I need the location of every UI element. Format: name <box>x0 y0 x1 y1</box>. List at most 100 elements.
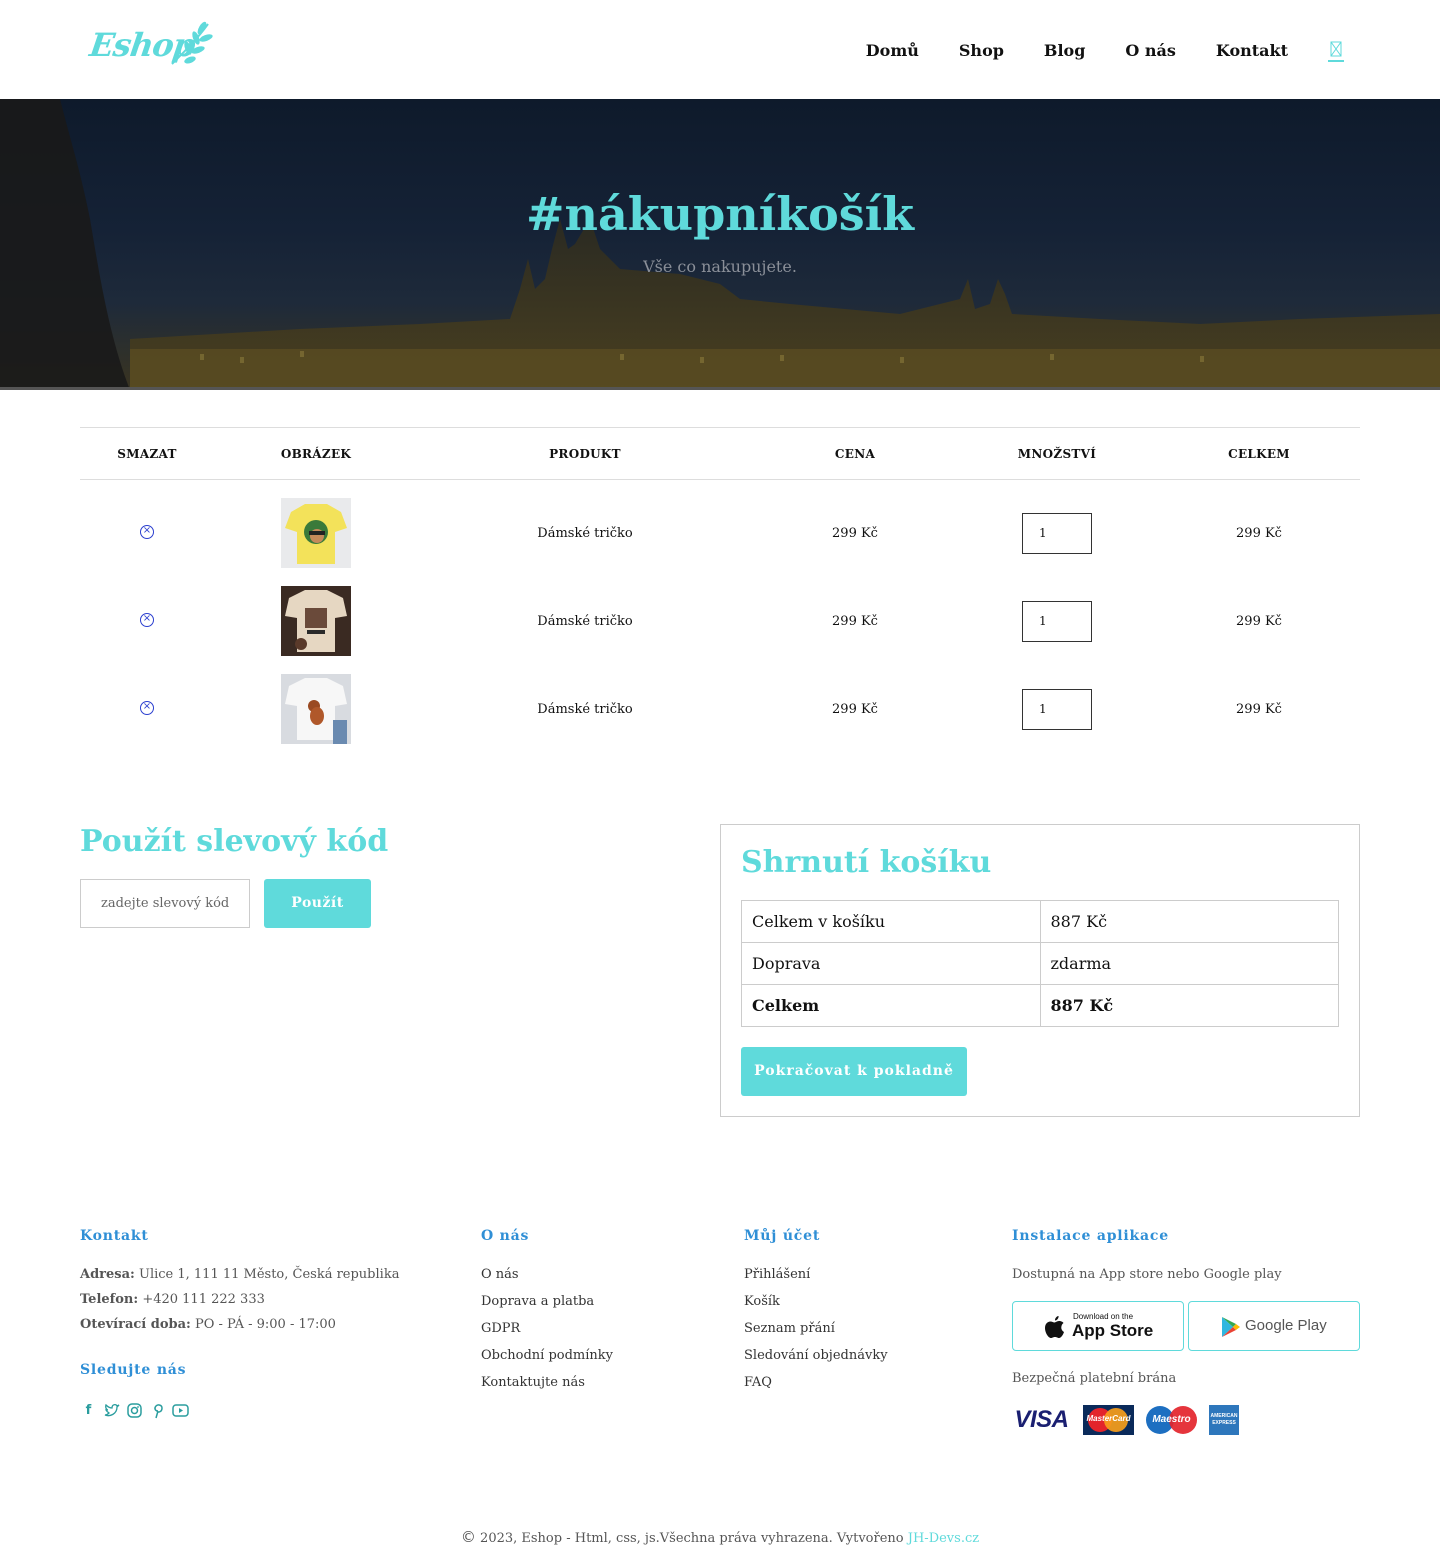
nav-about[interactable]: O nás <box>1125 41 1176 60</box>
footer-link-faq[interactable]: FAQ <box>744 1375 772 1390</box>
hero-banner: #nákupníkošík Vše co nakupujete. <box>0 99 1440 390</box>
summary-label: Doprava <box>741 942 1041 985</box>
footer-link-terms[interactable]: Obchodní podmínky <box>481 1348 613 1363</box>
product-price: 299 Kč <box>832 614 878 629</box>
footer-phone: Telefon: +420 111 222 333 <box>80 1292 265 1307</box>
app-store-button[interactable]: Download on the App Store <box>1012 1301 1184 1351</box>
leaf-icon <box>171 21 213 65</box>
table-row: × Dámské tričko 299 Kč 1 299 Kč <box>80 670 1360 758</box>
twitter-icon[interactable] <box>103 1402 120 1419</box>
remove-icon[interactable]: × <box>140 701 154 715</box>
address-value: Ulice 1, 111 11 Město, Česká republika <box>138 1267 400 1282</box>
product-thumbnail[interactable] <box>281 498 351 568</box>
quantity-input[interactable]: 1 <box>1022 513 1092 554</box>
nav-blog[interactable]: Blog <box>1044 41 1085 60</box>
footer-account-heading: Můj účet <box>744 1228 821 1244</box>
footer-link-tracking[interactable]: Sledování objednávky <box>744 1348 888 1363</box>
product-name[interactable]: Dámské tričko <box>537 702 632 717</box>
youtube-icon[interactable] <box>172 1402 189 1419</box>
quantity-input[interactable]: 1 <box>1022 601 1092 642</box>
remove-icon[interactable]: × <box>140 613 154 627</box>
logo[interactable]: Eshop <box>87 20 218 72</box>
googleplay-text: Google Play <box>1245 1317 1327 1334</box>
phone-label: Telefon: <box>80 1292 139 1307</box>
address-label: Adresa: <box>80 1267 135 1282</box>
summary-row-shipping: Doprava zdarma <box>741 942 1339 985</box>
main-nav: Domů Shop Blog O nás Kontakt <box>866 38 1344 62</box>
coupon-input[interactable]: zadejte slevový kód <box>80 879 250 928</box>
copyright: © 2023, Eshop - Html, css, js.Všechna pr… <box>0 1528 1440 1546</box>
table-header: SMAZAT OBRÁZEK PRODUKT CENA MNOŽSTVÍ CEL… <box>80 427 1360 480</box>
cart-icon[interactable] <box>1328 38 1344 62</box>
col-header-price: CENA <box>834 447 876 461</box>
footer-follow-heading: Sledujte nás <box>80 1362 187 1378</box>
row-total: 299 Kč <box>1236 702 1282 717</box>
footer-payment-text: Bezpečná platební brána <box>1012 1371 1177 1386</box>
page-title: #nákupníkošík <box>526 187 914 241</box>
summary-value: zdarma <box>1039 942 1339 985</box>
footer-app-text: Dostupná na App store nebo Google play <box>1012 1267 1282 1282</box>
apply-coupon-button[interactable]: Použít <box>264 879 371 928</box>
copyright-icon: © <box>460 1528 476 1546</box>
summary-label: Celkem <box>741 984 1041 1027</box>
col-header-remove: SMAZAT <box>117 447 177 461</box>
footer-link-gdpr[interactable]: GDPR <box>481 1321 520 1336</box>
phone-value: +420 111 222 333 <box>142 1292 265 1307</box>
summary-value: 887 Kč <box>1039 900 1339 943</box>
nav-contact[interactable]: Kontakt <box>1216 41 1288 60</box>
product-price: 299 Kč <box>832 702 878 717</box>
instagram-icon[interactable] <box>126 1402 143 1419</box>
quantity-input[interactable]: 1 <box>1022 689 1092 730</box>
google-play-icon <box>1222 1317 1240 1337</box>
product-thumbnail[interactable] <box>281 674 351 744</box>
hours-label: Otevírací doba: <box>80 1317 191 1332</box>
summary-row-total: Celkem 887 Kč <box>741 984 1339 1027</box>
footer-contact-heading: Kontakt <box>80 1228 149 1244</box>
footer-link-cart[interactable]: Košík <box>744 1294 780 1309</box>
footer-link-shipping[interactable]: Doprava a platba <box>481 1294 594 1309</box>
footer-link-contact[interactable]: Kontaktujte nás <box>481 1375 585 1390</box>
page-subtitle: Vše co nakupujete. <box>643 257 797 276</box>
remove-icon[interactable]: × <box>140 525 154 539</box>
summary-title: Shrnutí košíku <box>741 845 992 880</box>
footer-link-login[interactable]: Přihlášení <box>744 1267 810 1282</box>
col-header-image: OBRÁZEK <box>280 447 352 461</box>
checkout-button[interactable]: Pokračovat k pokladně <box>741 1047 967 1096</box>
cart-table: SMAZAT OBRÁZEK PRODUKT CENA MNOŽSTVÍ CEL… <box>80 427 1360 758</box>
pinterest-icon[interactable] <box>149 1402 166 1419</box>
visa-logo: VISA <box>1014 1406 1069 1433</box>
apple-icon <box>1045 1316 1064 1338</box>
maestro-logo: Maestro <box>1146 1405 1197 1435</box>
facebook-icon[interactable]: f <box>80 1402 97 1419</box>
footer-link-about[interactable]: O nás <box>481 1267 519 1282</box>
table-row: × Dámské tričko 299 Kč 1 299 Kč <box>80 582 1360 670</box>
appstore-small-text: Download on the <box>1073 1312 1134 1321</box>
nav-home[interactable]: Domů <box>866 41 919 60</box>
footer-address: Adresa: Ulice 1, 111 11 Město, Česká rep… <box>80 1267 399 1282</box>
site-header: Eshop Domů Shop Blog O nás Kontakt <box>0 0 1440 99</box>
payment-logos: VISA MasterCard Maestro AMERICAN EXPRESS <box>1012 1405 1239 1435</box>
city-skyline-image <box>0 99 1440 390</box>
row-total: 299 Kč <box>1236 526 1282 541</box>
summary-table: Celkem v košíku 887 Kč Doprava zdarma Ce… <box>741 900 1339 1027</box>
author-link[interactable]: JH-Devs.cz <box>908 1531 979 1546</box>
footer-link-wishlist[interactable]: Seznam přání <box>744 1321 835 1336</box>
hours-value: PO - PÁ - 9:00 - 17:00 <box>194 1317 336 1332</box>
product-price: 299 Kč <box>832 526 878 541</box>
nav-shop[interactable]: Shop <box>959 41 1004 60</box>
coupon-title: Použít slevový kód <box>80 824 389 859</box>
google-play-button[interactable]: Google Play <box>1188 1301 1360 1351</box>
row-total: 299 Kč <box>1236 614 1282 629</box>
product-thumbnail[interactable] <box>281 586 351 656</box>
social-links: f <box>80 1402 189 1419</box>
col-header-total: CELKEM <box>1228 447 1290 461</box>
copyright-text: 2023, Eshop - Html, css, js.Všechna práv… <box>480 1531 904 1546</box>
product-name[interactable]: Dámské tričko <box>537 614 632 629</box>
mastercard-logo: MasterCard <box>1083 1405 1134 1435</box>
summary-value: 887 Kč <box>1039 984 1339 1027</box>
summary-row-subtotal: Celkem v košíku 887 Kč <box>741 900 1339 943</box>
col-header-quantity: MNOŽSTVÍ <box>1017 447 1097 461</box>
footer-app-heading: Instalace aplikace <box>1012 1228 1169 1244</box>
divider <box>0 387 1440 390</box>
product-name[interactable]: Dámské tričko <box>537 526 632 541</box>
